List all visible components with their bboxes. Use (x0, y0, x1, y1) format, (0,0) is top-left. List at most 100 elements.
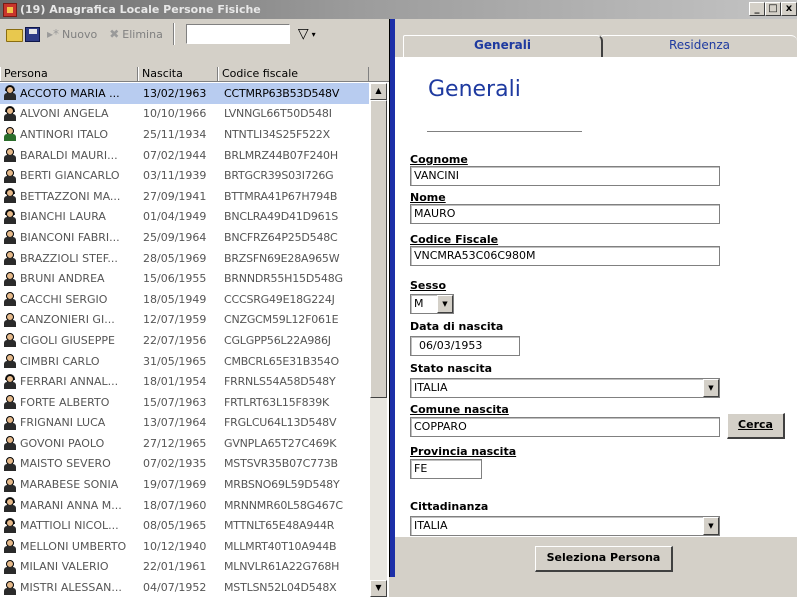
persona-name: CIMBRI CARLO (20, 354, 100, 368)
filter-icon[interactable]: ▽ (298, 26, 309, 42)
table-row[interactable]: BETTAZZONI MA... 27/09/1941 BTTMRA41P67H79… (0, 186, 369, 207)
cell-codice-fiscale: BTTMRA41P67H794B (224, 189, 338, 203)
cell-codice-fiscale: FRGLCU64L13D548V (224, 416, 337, 430)
sesso-label: Sesso (410, 279, 447, 292)
table-row[interactable]: BRAZZIOLI STEF... 28/05/1969 BRZSFN69E28A9… (0, 248, 369, 269)
cell-nascita: 07/02/1944 (143, 148, 207, 162)
table-row[interactable]: FRIGNANI LUCA 13/07/1964 FRGLCU64L13D548V (0, 413, 369, 434)
cell-nascita: 27/09/1941 (143, 189, 207, 203)
cell-persona: CIGOLI GIUSEPPE (0, 332, 138, 348)
sesso-select[interactable]: M ▼ (410, 294, 454, 314)
table-row[interactable]: ACCOTO MARIA ... 13/02/1963 CCTMRP63B53D54… (0, 83, 369, 104)
delete-button[interactable]: ✖ Elimina (104, 27, 168, 41)
persona-name: CIGOLI GIUSEPPE (20, 333, 115, 347)
female-person-icon (2, 373, 18, 390)
maximize-button[interactable]: □ (765, 2, 781, 16)
cell-persona: MARABESE SONIA (0, 477, 138, 493)
provincia-nascita-field[interactable]: FE (410, 459, 482, 479)
cognome-field[interactable]: VANCINI (410, 166, 720, 186)
table-row[interactable]: BARALDI MAURI... 07/02/1944 BRLMRZ44B07F24… (0, 145, 369, 166)
table-row[interactable]: CIMBRI CARLO 31/05/1965 CMBCRL65E31B354O (0, 351, 369, 372)
stato-nascita-select[interactable]: ITALIA ▼ (410, 378, 720, 398)
column-header-nascita[interactable]: Nascita (138, 67, 218, 81)
persona-name: BIANCONI FABRI... (20, 230, 120, 244)
table-row[interactable]: MILANI VALERIO 22/01/1961 MLNVLR61A22G768H (0, 557, 369, 578)
column-header-persona[interactable]: Persona (0, 67, 138, 81)
table-row[interactable]: CIGOLI GIUSEPPE 22/07/1956 CGLGPP56L22A986… (0, 330, 369, 351)
table-row[interactable]: MELLONI UMBERTO 10/12/1940 MLLMRT40T10A944… (0, 536, 369, 557)
search-input[interactable] (185, 24, 290, 44)
cittadinanza-select[interactable]: ITALIA ▼ (410, 516, 720, 536)
table-row[interactable]: FERRARI ANNAL... 18/01/1954 FRRNLS54A58D54… (0, 371, 369, 392)
close-button[interactable]: x (781, 2, 797, 16)
table-row[interactable]: FORTE ALBERTO 15/07/1963 FRTLRT63L15F839K (0, 392, 369, 413)
grid-scrollbar[interactable]: ▲ ▼ (370, 83, 387, 597)
column-header-codice-fiscale[interactable]: Codice fiscale (218, 67, 369, 81)
save-disk-icon[interactable] (25, 26, 40, 42)
cell-nascita: 27/12/1965 (143, 436, 207, 450)
new-button[interactable]: ▸* Nuovo (42, 27, 102, 41)
chevron-down-icon[interactable]: ▼ (437, 295, 453, 313)
persona-name: FRIGNANI LUCA (20, 416, 106, 430)
persona-name: ALVONI ANGELA (20, 107, 109, 121)
scroll-thumb[interactable] (370, 100, 387, 398)
scroll-down-button[interactable]: ▼ (370, 580, 387, 597)
seleziona-persona-button[interactable]: Seleziona Persona (535, 546, 673, 572)
cell-codice-fiscale: LVNNGL66T50D548I (224, 107, 332, 121)
toolbar-separator (172, 23, 175, 45)
person-icon (2, 291, 18, 307)
table-row[interactable]: MATTIOLI NICOL... 08/05/1965 MTTNLT65E48A9… (0, 515, 369, 536)
filter-dropdown-icon[interactable]: ▾ (312, 30, 316, 39)
chevron-down-icon[interactable]: ▼ (703, 517, 719, 535)
stato-nascita-label: Stato nascita (410, 362, 493, 375)
cell-codice-fiscale: MRNNMR60L58G467C (224, 498, 343, 512)
cell-nascita: 10/10/1966 (143, 107, 207, 121)
open-folder-icon[interactable] (6, 29, 23, 42)
cell-codice-fiscale: BRZSFN69E28A965W (224, 251, 340, 265)
form-title: Generali (428, 77, 521, 102)
cell-persona: MARANI ANNA M... (0, 497, 138, 513)
chevron-down-icon[interactable]: ▼ (703, 379, 719, 397)
female-person-icon (2, 85, 18, 101)
codice-fiscale-field[interactable]: VNCMRA53C06C980M (410, 246, 720, 266)
table-row[interactable]: BERTI GIANCARLO 03/11/1939 BRTGCR39S03I726… (0, 165, 369, 186)
table-row[interactable]: MARANI ANNA M... 18/07/1960 MRNNMR60L58G46… (0, 495, 369, 516)
cell-nascita: 07/02/1935 (143, 457, 207, 471)
cell-persona: BRUNI ANDREA (0, 271, 138, 287)
cell-nascita: 18/07/1960 (143, 498, 207, 512)
persona-name: BRUNI ANDREA (20, 272, 105, 286)
person-icon (2, 456, 18, 472)
table-row[interactable]: CACCHI SERGIO 18/05/1949 CCCSRG49E18G224J (0, 289, 369, 310)
cell-nascita: 18/05/1949 (143, 292, 207, 306)
persona-name: BARALDI MAURI... (20, 148, 118, 162)
table-row[interactable]: BRUNI ANDREA 15/06/1955 BRNNDR55H15D548G (0, 268, 369, 289)
minimize-button[interactable]: _ (749, 2, 765, 16)
person-grid: Persona Nascita Codice fiscale ACCOTO MA… (0, 67, 389, 597)
table-row[interactable]: ALVONI ANGELA 10/10/1966 LVNNGL66T50D548I (0, 104, 369, 125)
tab-residenza[interactable]: Residenza (601, 35, 797, 57)
persona-name: GOVONI PAOLO (20, 436, 105, 450)
cell-persona: MILANI VALERIO (0, 559, 138, 575)
person-icon (2, 415, 18, 431)
person-list-panel: ▸* Nuovo ✖ Elimina ▽ ▾ Persona Nascita C… (0, 19, 392, 597)
comune-nascita-field[interactable]: COPPARO (410, 417, 720, 437)
cell-persona: MISTRI ALESSAN... (0, 580, 138, 596)
table-row[interactable]: BIANCONI FABRI... 25/09/1964 BNCFRZ64P25D5… (0, 227, 369, 248)
cell-nascita: 25/09/1964 (143, 230, 207, 244)
table-row[interactable]: BIANCHI LAURA 01/04/1949 BNCLRA49D41D961S (0, 207, 369, 228)
cell-codice-fiscale: MSTSVR35B07C773B (224, 457, 338, 471)
persona-name: BERTI GIANCARLO (20, 169, 120, 183)
table-row[interactable]: GOVONI PAOLO 27/12/1965 GVNPLA65T27C469K (0, 433, 369, 454)
data-nascita-field[interactable]: 06/03/1953 (410, 336, 520, 356)
tab-generali[interactable]: Generali (403, 35, 603, 57)
table-row[interactable]: MAISTO SEVERO 07/02/1935 MSTSVR35B07C773B (0, 454, 369, 475)
nome-field[interactable]: MAURO (410, 204, 720, 224)
table-row[interactable]: MISTRI ALESSAN... 04/07/1952 MSTLSN52L04D5… (0, 577, 369, 597)
table-row[interactable]: CANZONIERI GI... 12/07/1959 CNZGCM59L12F06… (0, 310, 369, 331)
cerca-button[interactable]: Cerca (727, 413, 785, 439)
scroll-up-button[interactable]: ▲ (370, 83, 387, 100)
generali-form: Generali Cognome VANCINI Nome MAURO Codi… (395, 57, 797, 537)
table-row[interactable]: MARABESE SONIA 19/07/1969 MRBSNO69L59D548Y (0, 474, 369, 495)
table-row[interactable]: ANTINORI ITALO 25/11/1934 NTNTLI34S25F522X (0, 124, 369, 145)
cell-codice-fiscale: MSTLSN52L04D548X (224, 581, 337, 595)
